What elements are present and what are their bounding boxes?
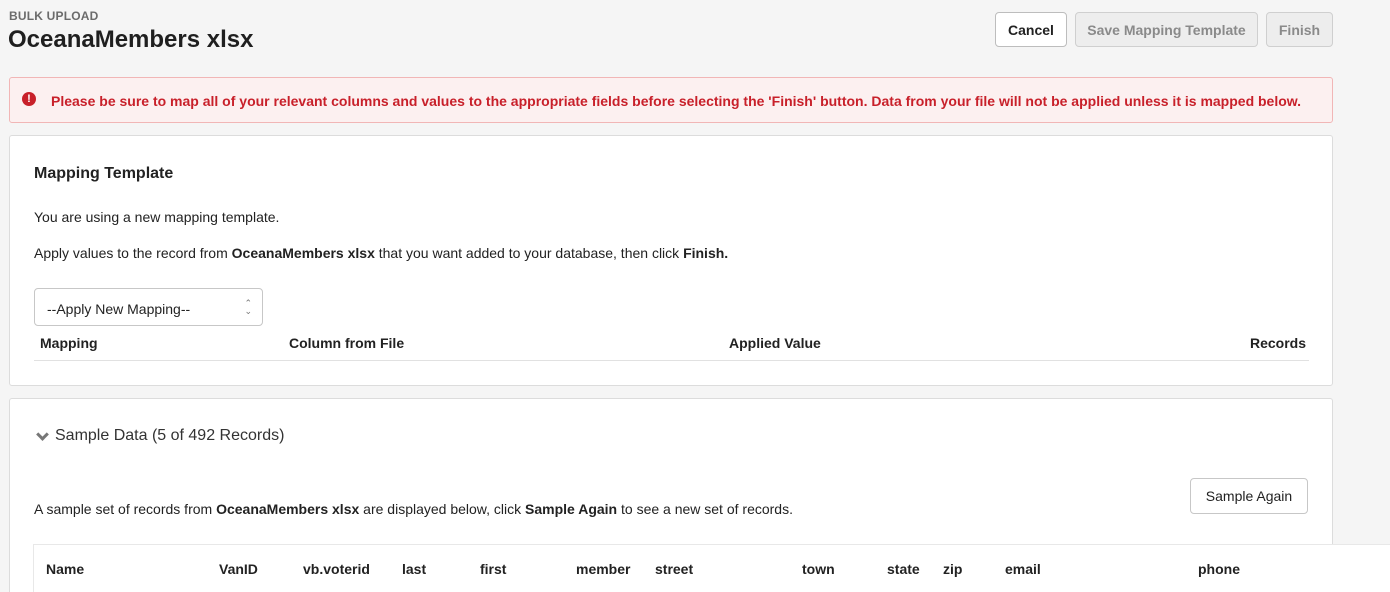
sample-col-first: first [480, 561, 507, 577]
mapping-warning-alert: ! Please be sure to map all of your rele… [9, 77, 1333, 123]
instructions-prefix: Apply values to the record from [34, 245, 232, 261]
page-title: OceanaMembers xlsx [8, 26, 254, 53]
column-header-column-from-file: Column from File [289, 335, 405, 351]
sample-desc-file-name: OceanaMembers xlsx [216, 501, 360, 517]
sample-col-town: town [802, 561, 835, 577]
mapping-template-panel: Mapping Template You are using a new map… [9, 135, 1333, 386]
finish-button[interactable]: Finish [1266, 12, 1333, 47]
sample-col-last: last [402, 561, 427, 577]
sample-desc-action: Sample Again [525, 501, 618, 517]
sample-col-email: email [1005, 561, 1041, 577]
instructions-file-name: OceanaMembers xlsx [231, 245, 375, 261]
sample-col-name: Name [46, 561, 85, 577]
sample-col-vanid: VanID [219, 561, 258, 577]
sample-col-voterid: vb.voterid [303, 561, 370, 577]
sample-desc-prefix: A sample set of records from [34, 501, 217, 517]
mapping-table-header: Mapping Column from File Applied Value R… [34, 335, 1309, 361]
sample-desc-suffix: to see a new set of records. [617, 501, 793, 517]
sample-col-street: street [655, 561, 694, 577]
apply-mapping-selected-value: --Apply New Mapping-- [47, 301, 191, 317]
sample-desc-middle: are displayed below, click [359, 501, 526, 517]
sample-data-title: Sample Data (5 of 492 Records) [55, 427, 285, 444]
instructions-middle: that you want added to your database, th… [374, 245, 684, 261]
column-header-records: Records [1250, 335, 1307, 351]
apply-mapping-select[interactable]: --Apply New Mapping-- ⌃ ⌄ [34, 288, 263, 326]
sample-again-button[interactable]: Sample Again [1190, 478, 1308, 514]
sample-table-header: Name VanID vb.voterid last first member … [33, 544, 1390, 592]
column-header-applied-value: Applied Value [729, 335, 821, 351]
mapping-template-instructions: Apply values to the record from OceanaMe… [34, 245, 728, 261]
save-mapping-template-button[interactable]: Save Mapping Template [1075, 12, 1258, 47]
mapping-template-title: Mapping Template [34, 165, 174, 182]
sample-col-state: state [887, 561, 920, 577]
exclamation-circle-icon: ! [22, 92, 36, 106]
instructions-action: Finish. [683, 245, 729, 261]
page-eyebrow: BULK UPLOAD [9, 9, 99, 23]
select-updown-icon: ⌃ ⌄ [244, 298, 252, 316]
sample-col-member: member [576, 561, 631, 577]
column-header-mapping: Mapping [40, 335, 98, 351]
sample-col-phone: phone [1198, 561, 1240, 577]
bulk-upload-page: BULK UPLOAD OceanaMembers xlsx Cancel Sa… [0, 0, 1390, 592]
sample-data-toggle[interactable]: Sample Data (5 of 492 Records) [34, 427, 284, 445]
cancel-button[interactable]: Cancel [995, 12, 1067, 47]
mapping-template-intro: You are using a new mapping template. [34, 209, 280, 225]
sample-data-description: A sample set of records from OceanaMembe… [34, 501, 793, 517]
sample-col-zip: zip [943, 561, 963, 577]
alert-message: Please be sure to map all of your releva… [51, 93, 1302, 109]
chevron-down-icon [36, 427, 49, 441]
